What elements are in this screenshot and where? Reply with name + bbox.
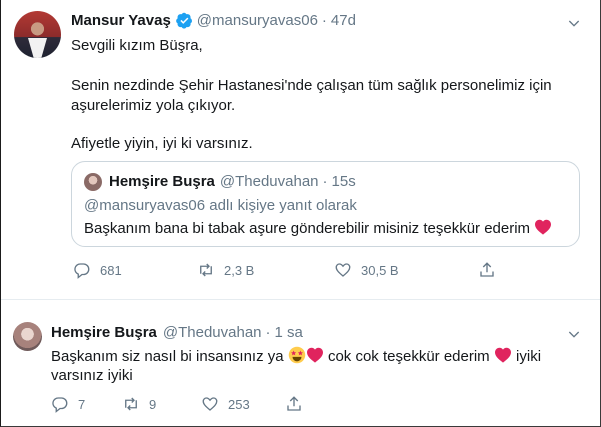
quote-text-row: Başkanım bana bi tabak aşure gönderebili… <box>84 219 552 239</box>
retweet-count: 9 <box>149 396 157 412</box>
reply-text-part: Başkanım siz nasıl bi insansınız ya <box>51 348 284 365</box>
share-button[interactable] <box>285 395 312 413</box>
share-icon <box>287 396 301 411</box>
tweet-text-line: Senin nezdinde Şehir Hastanesi'nde çalış… <box>71 77 552 94</box>
reply-icon <box>74 263 90 279</box>
retweet-icon <box>200 263 212 277</box>
tweet-header: Hemşire Buşra @Theduvahan · 1 sa <box>51 324 303 341</box>
quote-author-handle: @Theduvahan <box>219 173 319 190</box>
tweet-greeting: Sevgili kızım Büşra, <box>71 37 203 54</box>
retweet-icon <box>125 397 137 411</box>
author-handle[interactable]: @mansuryavas06 <box>197 12 318 29</box>
reply-button[interactable]: 681 <box>73 261 197 279</box>
like-button[interactable]: 30,5 B <box>334 261 478 279</box>
like-count: 30,5 B <box>361 262 399 278</box>
author-name[interactable]: Mansur Yavaş <box>71 12 171 29</box>
star-struck-emoji <box>288 346 306 364</box>
like-icon <box>335 263 351 277</box>
separator-dot: · <box>321 12 327 29</box>
separator-dot: · <box>265 324 271 341</box>
tweet-hemsire-busra[interactable]: Hemşire Buşra @Theduvahan · 1 sa Başkanı… <box>1 300 600 426</box>
tweet-mansur-yavas[interactable]: Mansur Yavaş @mansuryavas06 · 47d Sevgil… <box>1 0 600 300</box>
reply-text-part: cok cok teşekkür ederim <box>327 348 490 365</box>
avatar[interactable] <box>13 322 42 351</box>
share-icon <box>480 262 494 277</box>
tweet-text-line: Afiyetle yiyin, iyi ki varsınız. <box>71 135 253 152</box>
retweet-button[interactable]: 2,3 B <box>197 261 334 279</box>
quote-header: Hemşire Buşra @Theduvahan · 15s <box>109 173 356 190</box>
reply-text-part: iyiki <box>516 348 542 365</box>
chevron-down-icon[interactable] <box>566 15 582 31</box>
tweet-text-line: aşurelerimiz yola çıkıyor. <box>71 97 236 114</box>
avatar[interactable] <box>14 11 61 58</box>
tweet-actions: 681 2,3 B 30,5 B <box>73 261 505 279</box>
red-heart-emoji <box>306 347 323 363</box>
quote-time: 15s <box>331 173 356 190</box>
author-handle[interactable]: @Theduvahan <box>163 324 262 341</box>
retweet-count: 2,3 B <box>224 262 255 278</box>
separator-dot: · <box>322 173 328 190</box>
verified-badge-icon <box>175 12 192 29</box>
quote-avatar <box>84 173 102 191</box>
tweet-header: Mansur Yavaş @mansuryavas06 · 47d <box>71 12 356 29</box>
reply-button[interactable]: 7 <box>51 395 122 413</box>
red-heart-emoji <box>494 347 511 363</box>
tweet-text-line: varsınız iyiki <box>51 367 133 384</box>
tweet-actions: 7 9 253 <box>51 395 312 413</box>
red-heart-emoji <box>535 219 552 235</box>
chevron-down-icon[interactable] <box>566 326 582 342</box>
reply-count: 7 <box>78 396 86 412</box>
timeline: Mansur Yavaş @mansuryavas06 · 47d Sevgil… <box>0 0 601 427</box>
share-button[interactable] <box>478 261 505 279</box>
tweet-text-line: Başkanım siz nasıl bi insansınız ya cok … <box>51 346 541 367</box>
like-count: 253 <box>228 396 250 412</box>
reply-count: 681 <box>100 262 122 278</box>
quote-author-name: Hemşire Buşra <box>109 173 215 190</box>
reply-context: @mansuryavas06 adlı kişiye yanıt olarak <box>84 197 357 214</box>
reply-icon <box>52 397 68 413</box>
tweet-time[interactable]: 47d <box>331 12 356 29</box>
retweet-button[interactable]: 9 <box>122 395 201 413</box>
quoted-tweet[interactable]: Hemşire Buşra @Theduvahan · 15s @mansury… <box>71 161 580 247</box>
quote-text: Başkanım bana bi tabak aşure gönderebili… <box>84 220 531 237</box>
like-icon <box>202 397 218 411</box>
tweet-time[interactable]: 1 sa <box>275 324 303 341</box>
author-name[interactable]: Hemşire Buşra <box>51 324 157 341</box>
like-button[interactable]: 253 <box>201 395 285 413</box>
